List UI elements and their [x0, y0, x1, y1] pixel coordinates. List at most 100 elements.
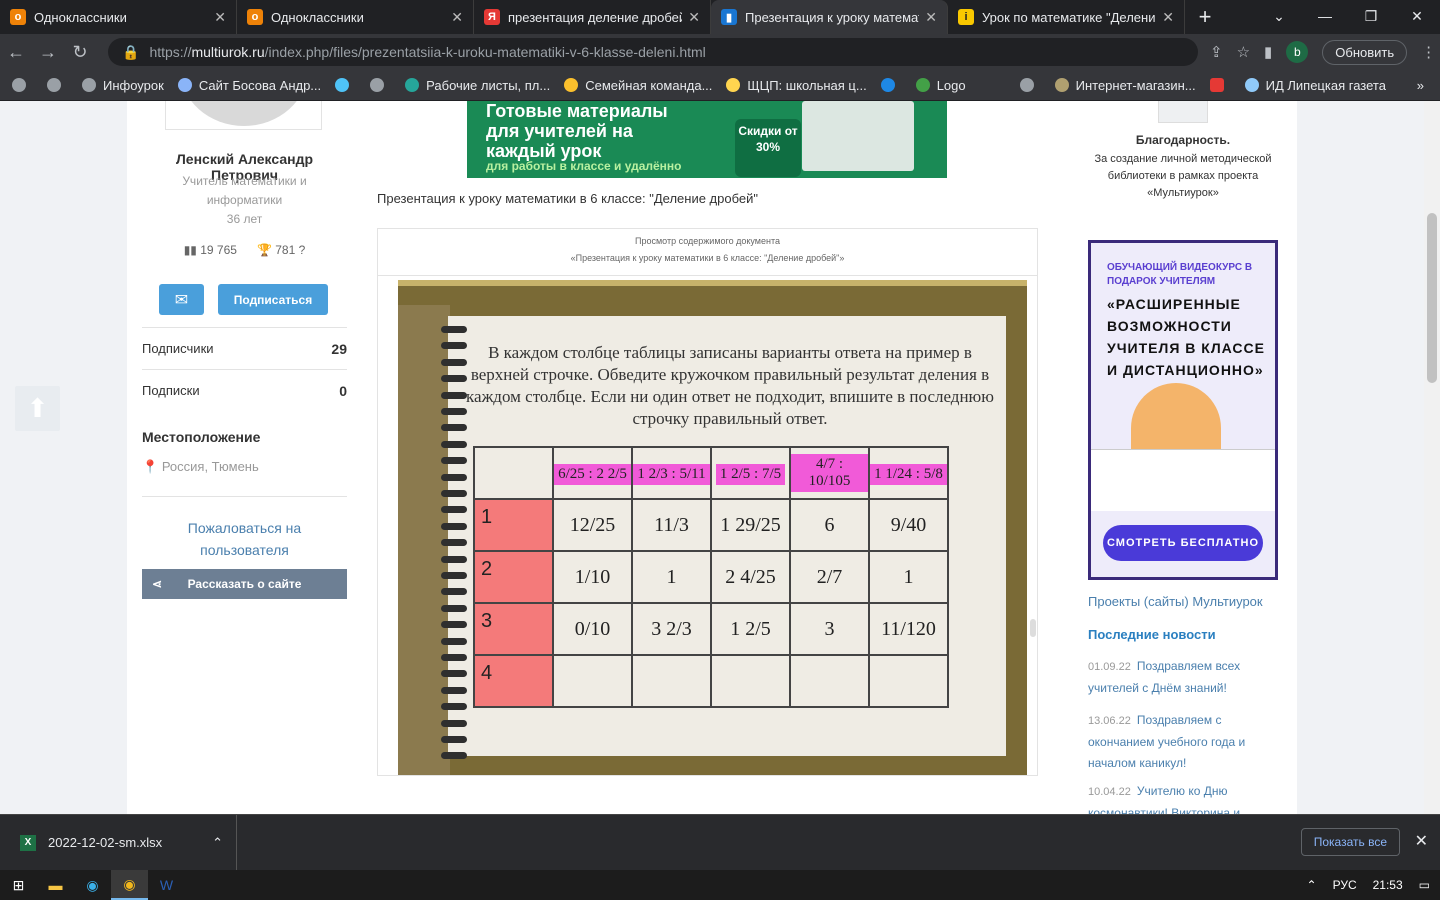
explorer-icon[interactable]: ▬ — [37, 870, 74, 900]
answer-cell: 1/10 — [552, 550, 633, 604]
yandex-icon: Я — [484, 9, 500, 25]
bookmark-item[interactable]: ЩЦП: школьная ц... — [726, 78, 867, 93]
ad-banner[interactable]: Готовые материалы для учителей на каждый… — [467, 101, 947, 178]
notification-icon[interactable]: ▭ — [1419, 878, 1430, 892]
windows-start-icon[interactable]: ⊞ — [0, 870, 37, 900]
answer-cell: 2/7 — [789, 550, 870, 604]
thanks-text: За создание личной методической библиоте… — [1094, 153, 1272, 199]
close-icon[interactable]: ✕ — [214, 9, 226, 26]
download-item[interactable]: X 2022-12-02-sm.xlsx ⌃ — [0, 814, 237, 871]
bookmark-item[interactable] — [12, 78, 33, 92]
youtube-icon — [1209, 78, 1224, 92]
profile-avatar[interactable]: b — [1286, 41, 1309, 63]
bookmark-item[interactable]: Интернет-магазин... — [1054, 78, 1196, 93]
answer-cell: 11/3 — [631, 498, 712, 552]
share-site-button[interactable]: ⋖ Рассказать о сайте — [142, 569, 347, 599]
close-icon[interactable]: ✕ — [688, 9, 700, 26]
bookmark-item[interactable]: Сайт Босова Андр... — [177, 77, 322, 93]
spiral-ring — [441, 686, 467, 694]
bookmark-item[interactable] — [335, 78, 356, 92]
close-window-icon[interactable]: ✕ — [1394, 0, 1440, 32]
tab-title: Презентация к уроку математи — [745, 9, 920, 25]
news-item[interactable]: 13.06.22 Поздравляем с окончанием учебног… — [1088, 710, 1278, 774]
bookmark-item[interactable]: Рабочие листы, пл... — [405, 78, 550, 93]
bookmarks-overflow-icon[interactable]: » — [1417, 78, 1424, 93]
answer-cell: 1 — [868, 550, 949, 604]
news-date: 01.09.22 — [1088, 661, 1131, 673]
share-icon[interactable]: ⇪ — [1210, 43, 1223, 61]
spiral-ring — [441, 752, 467, 760]
subscriptions-row[interactable]: Подписки 0 — [142, 369, 347, 411]
tab-2[interactable]: Япрезентация деление дробей 6 ✕ — [474, 0, 711, 34]
language-indicator[interactable]: РУС — [1333, 878, 1357, 892]
menu-icon[interactable]: ⋮ — [1421, 43, 1436, 61]
bookmark-item[interactable]: Инфоурок — [82, 78, 164, 93]
subscribers-row[interactable]: Подписчики 29 — [142, 327, 347, 369]
bookmark-item[interactable]: Logo — [915, 78, 966, 93]
minimize-icon[interactable]: — — [1302, 0, 1348, 32]
close-icon[interactable]: ✕ — [925, 9, 937, 26]
message-button[interactable]: ✉ — [159, 284, 204, 315]
video-course-ad[interactable]: ОБУЧАЮЩИЙ ВИДЕОКУРС В ПОДАРОК УЧИТЕЛЯМ «… — [1088, 240, 1278, 580]
news-item[interactable]: 01.09.22 Поздравляем всех учителей с Днём… — [1088, 656, 1278, 699]
bookmark-item[interactable] — [1019, 78, 1041, 92]
slide-top-strip — [398, 280, 1027, 286]
globe-icon — [47, 78, 61, 92]
ad-title: «РАСШИРЕННЫЕ ВОЗМОЖНОСТИ УЧИТЕЛЯ В КЛАСС… — [1107, 296, 1265, 378]
complain-link[interactable]: Пожаловаться на пользователя — [142, 496, 347, 561]
word-icon[interactable]: W — [148, 870, 185, 900]
close-icon[interactable]: ✕ — [1415, 831, 1428, 851]
edge-icon[interactable]: ◉ — [74, 870, 111, 900]
page-scrollbar[interactable] — [1424, 101, 1440, 814]
help-icon[interactable]: ? — [295, 243, 306, 257]
spiral-ring — [441, 440, 467, 448]
spiral-ring — [441, 736, 467, 743]
bookmark-item[interactable] — [47, 78, 68, 92]
update-button[interactable]: Обновить — [1322, 39, 1408, 65]
reload-icon[interactable]: ↻ — [64, 42, 96, 63]
subscribe-button[interactable]: Подписаться — [218, 284, 328, 315]
tab-4[interactable]: i Урок по математике "Деление ✕ — [948, 0, 1185, 34]
answer-cell — [631, 654, 712, 708]
spiral-ring — [441, 719, 467, 727]
tab-search-icon[interactable]: ⌄ — [1256, 0, 1302, 32]
bookmark-label: Сайт Босова Андр... — [198, 77, 322, 93]
table-header-cell: 6/25 : 2 2/5 — [552, 446, 633, 500]
viewer-scrollbar[interactable] — [1030, 619, 1036, 637]
web-page: ⬆ Ленский Александр Петрович Учитель мат… — [0, 101, 1440, 814]
close-icon[interactable]: ✕ — [1162, 9, 1174, 26]
bookmark-item[interactable] — [880, 78, 902, 92]
new-tab-button[interactable]: + — [1185, 0, 1225, 34]
bookmark-item[interactable]: ИД Липецкая газета — [1244, 78, 1386, 93]
trophy-icon: 🏆 — [256, 243, 276, 257]
news-item[interactable]: 10.04.22 Учителю ко Дню космонавтики! Вик… — [1088, 781, 1278, 814]
profile-photo — [165, 101, 322, 130]
tab-0[interactable]: о Одноклассники ✕ — [0, 0, 237, 34]
watch-free-button[interactable]: СМОТРЕТЬ БЕСПЛАТНО — [1103, 525, 1263, 561]
restore-icon[interactable]: ❐ — [1348, 0, 1394, 32]
show-all-button[interactable]: Показать все — [1300, 828, 1400, 856]
chevron-up-icon[interactable]: ⌃ — [212, 835, 223, 851]
infourok-icon: i — [958, 9, 974, 25]
spiral-ring — [441, 703, 467, 711]
tab-1[interactable]: о Одноклассники ✕ — [237, 0, 474, 34]
bookmark-item[interactable] — [1209, 78, 1231, 92]
tab-3[interactable]: ▮ Презентация к уроку математи ✕ — [711, 0, 948, 34]
header-expression: 6/25 : 2 2/5 — [554, 464, 631, 485]
close-icon[interactable]: ✕ — [451, 9, 463, 26]
tray-chevron-icon[interactable]: ⌃ — [1307, 878, 1317, 892]
bookmark-star-icon[interactable]: ☆ — [1237, 43, 1250, 61]
chrome-icon[interactable]: ◉ — [111, 870, 148, 900]
scroll-thumb[interactable] — [1427, 213, 1437, 383]
role-text: Учитель математики и информатики — [182, 174, 307, 207]
clock[interactable]: 21:53 — [1373, 878, 1403, 892]
sidepanel-icon[interactable]: ▮ — [1264, 43, 1272, 61]
scroll-up-button[interactable]: ⬆ — [15, 386, 60, 431]
forward-icon[interactable]: → — [32, 42, 64, 63]
bookmark-item[interactable] — [370, 78, 391, 92]
pin-icon: 📍 — [142, 459, 162, 474]
projects-link[interactable]: Проекты (сайты) Мультиурок — [1088, 594, 1263, 609]
bookmark-item[interactable]: Семейная команда... — [564, 78, 712, 93]
url-field[interactable]: 🔒 https://multiurok.ru/index.php/files/pr… — [108, 38, 1198, 66]
back-icon[interactable]: ← — [0, 42, 32, 63]
